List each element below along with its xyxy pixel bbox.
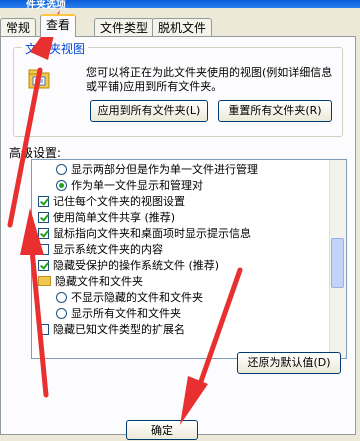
list-item[interactable]: 显示所有文件和文件夹	[56, 306, 181, 321]
list-item[interactable]: 作为单一文件显示和管理对	[56, 178, 203, 193]
radio-button[interactable]	[56, 292, 67, 303]
title-bar: 件夹选项	[0, 0, 360, 11]
restore-defaults-button[interactable]: 还原为默认值(D)	[237, 352, 341, 374]
list-item-label: 记住每个文件夹的视图设置	[53, 195, 185, 208]
checkbox[interactable]	[38, 244, 49, 255]
tab-offline-files[interactable]: 脱机文件	[152, 18, 213, 36]
folder-views-description: 您可以将正在为此文件夹使用的视图(例如详细信息或平铺)应用到所有文件夹。	[86, 66, 333, 93]
list-item-label: 鼠标指向文件夹和桌面项时显示提示信息	[53, 227, 251, 240]
list-item-label: 不显示隐藏的文件和文件夹	[71, 291, 203, 304]
list-item-label: 隐藏文件和文件夹	[55, 275, 143, 288]
list-item-label: 隐藏受保护的操作系统文件 (推荐)	[53, 259, 220, 272]
checkbox[interactable]	[38, 228, 49, 239]
tab-file-types[interactable]: 文件类型	[94, 18, 155, 36]
list-item[interactable]: 隐藏已知文件类型的扩展名	[38, 322, 185, 337]
list-item-label: 隐藏已知文件类型的扩展名	[53, 323, 185, 336]
folder-views-icon	[28, 69, 50, 89]
list-item[interactable]: 不显示隐藏的文件和文件夹	[56, 290, 203, 305]
scroll-thumb[interactable]	[331, 238, 344, 288]
list-item[interactable]: 记住每个文件夹的视图设置	[38, 194, 185, 209]
list-scrollbar[interactable]	[329, 160, 346, 358]
advanced-settings-list: 显示两部分但是作为单一文件进行管理 作为单一文件显示和管理对 记住每个文件夹的视…	[31, 159, 347, 359]
checkbox[interactable]	[38, 260, 49, 271]
list-item-label: 显示系统文件夹的内容	[53, 243, 163, 256]
list-item[interactable]: 鼠标指向文件夹和桌面项时显示提示信息	[38, 226, 251, 241]
reset-all-folders-button[interactable]: 重置所有文件夹(R)	[218, 100, 332, 122]
tab-strip: 常规 查看 文件类型 脱机文件	[0, 14, 360, 37]
checkbox[interactable]	[38, 212, 49, 223]
list-item[interactable]: 显示系统文件夹的内容	[38, 242, 163, 257]
folder-icon	[38, 276, 51, 286]
checkbox[interactable]	[38, 196, 49, 207]
window-title: 件夹选项	[26, 0, 66, 11]
radio-button[interactable]	[56, 180, 67, 191]
list-item-label: 作为单一文件显示和管理对	[71, 179, 203, 192]
apply-to-all-folders-button[interactable]: 应用到所有文件夹(L)	[90, 100, 208, 122]
list-item-label: 显示两部分但是作为单一文件进行管理	[71, 163, 258, 176]
folder-views-group: 文件夹视图 您可以将正在为此文件夹使用的视图(例如详细信息或平铺)应用到所有文件…	[13, 40, 343, 137]
list-item[interactable]: 使用简单文件共享 (推荐)	[38, 210, 175, 225]
list-item[interactable]: 隐藏受保护的操作系统文件 (推荐)	[38, 258, 219, 273]
view-tab-panel: 文件夹视图 您可以将正在为此文件夹使用的视图(例如详细信息或平铺)应用到所有文件…	[0, 36, 356, 435]
folder-views-legend: 文件夹视图	[22, 40, 89, 57]
checkbox[interactable]	[38, 324, 49, 335]
radio-button[interactable]	[56, 164, 67, 175]
list-item: 隐藏文件和文件夹	[38, 274, 143, 289]
list-item[interactable]: 显示两部分但是作为单一文件进行管理	[56, 162, 258, 177]
ok-button[interactable]: 确定	[126, 420, 198, 440]
list-item-label: 使用简单文件共享 (推荐)	[53, 211, 176, 224]
tab-view[interactable]: 查看	[40, 14, 77, 37]
tab-general[interactable]: 常规	[0, 18, 37, 36]
radio-button[interactable]	[56, 308, 67, 319]
list-item-label: 显示所有文件和文件夹	[71, 307, 181, 320]
